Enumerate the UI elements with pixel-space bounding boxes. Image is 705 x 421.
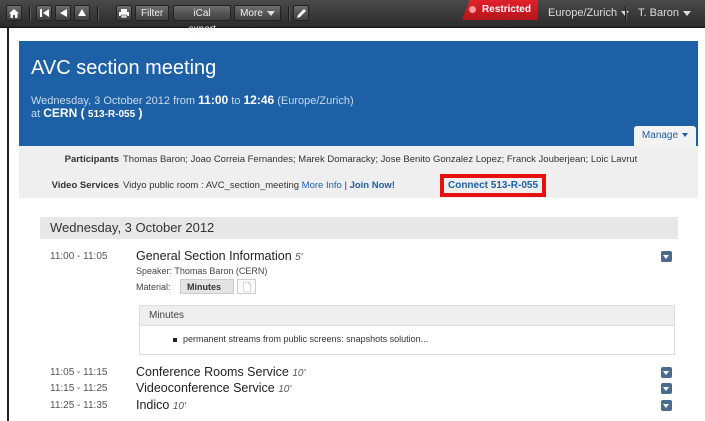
speaker-label: Speaker:: [136, 266, 173, 276]
home-icon[interactable]: [6, 5, 22, 21]
left-border: [7, 27, 9, 421]
manage-button[interactable]: Manage: [634, 126, 696, 146]
restricted-label: Restricted: [482, 4, 531, 15]
contribution-title[interactable]: Videoconference Service 10': [136, 381, 291, 395]
to-text: to: [228, 95, 244, 107]
contribution-title-text: Conference Rooms Service: [136, 365, 289, 379]
expand-icon[interactable]: [661, 383, 672, 394]
speaker: Speaker: Thomas Baron (CERN): [136, 266, 267, 276]
toolbar-separator: [288, 6, 290, 21]
connect-room-link[interactable]: Connect 513-R-055: [440, 174, 546, 197]
end-time: 12:46: [243, 93, 275, 107]
minutes-panel: Minutes permanent streams from public sc…: [139, 305, 675, 355]
top-toolbar: Filter iCal export More Restricted Europ…: [0, 0, 705, 35]
timezone-label: Europe/Zurich: [548, 7, 618, 19]
start-time: 11:00: [198, 93, 229, 107]
expand-icon[interactable]: [661, 400, 672, 411]
join-now-link[interactable]: Join Now!: [350, 180, 395, 191]
divider: |: [341, 180, 350, 191]
up-category-icon[interactable]: [74, 5, 90, 21]
toolbar-separator: [97, 6, 99, 21]
expand-icon[interactable]: [661, 367, 672, 378]
minutes-heading: Minutes: [140, 306, 674, 326]
toolbar-separator: [29, 6, 31, 21]
material-label: Material:: [136, 282, 171, 292]
at-text: at: [31, 108, 44, 120]
minutes-item: permanent streams from public screens: s…: [173, 334, 428, 344]
contribution-duration: 10': [292, 368, 306, 379]
more-button[interactable]: More: [234, 5, 281, 21]
contribution-time: 11:00 - 11:05: [50, 251, 108, 262]
ical-export-button[interactable]: iCal export: [173, 5, 231, 35]
expand-icon[interactable]: [661, 251, 672, 262]
chevron-down-icon: [266, 10, 275, 16]
vidyo-room-text: Vidyo public room : AVC_section_meeting: [123, 180, 302, 191]
toolbar-separator: [625, 6, 627, 21]
contribution-title-text: Indico: [136, 398, 170, 412]
video-services-label: Video Services: [51, 180, 119, 191]
video-services-value: Vidyo public room : AVC_section_meeting …: [123, 180, 395, 191]
location-name: CERN: [43, 106, 78, 120]
more-label: More: [240, 8, 263, 19]
contribution-time: 11:05 - 11:15: [50, 367, 108, 378]
contribution-title[interactable]: Conference Rooms Service 10': [136, 365, 305, 379]
contribution-time: 11:25 - 11:35: [50, 400, 108, 411]
event-title: AVC section meeting: [31, 57, 217, 79]
printer-icon[interactable]: [116, 5, 132, 21]
restricted-badge[interactable]: Restricted: [462, 0, 538, 20]
speaker-name: Thomas Baron (CERN): [174, 266, 268, 276]
more-info-link[interactable]: More Info: [302, 180, 342, 191]
minutes-button[interactable]: Minutes: [180, 279, 234, 294]
participants-label: Participants: [64, 154, 119, 165]
event-location: at CERN ( 513-R-055 ): [31, 106, 143, 120]
day-header: Wednesday, 3 October 2012: [40, 217, 678, 239]
contribution-title[interactable]: Indico 10': [136, 398, 186, 412]
chevron-down-icon: [682, 10, 691, 16]
first-event-icon[interactable]: [36, 5, 52, 21]
contribution-title-text: Videoconference Service: [136, 381, 275, 395]
participants-list: Thomas Baron; Joao Correia Fernandes; Ma…: [123, 154, 638, 165]
chevron-down-icon: [682, 133, 689, 138]
contribution-title[interactable]: General Section Information 5': [136, 249, 303, 263]
contribution-time: 11:15 - 11:25: [50, 383, 108, 394]
contribution-duration: 5': [295, 252, 303, 263]
filter-button[interactable]: Filter: [135, 5, 169, 21]
user-menu[interactable]: T. Baron: [638, 0, 691, 27]
contribution-duration: 10': [172, 401, 186, 412]
timezone-text: (Europe/Zurich): [274, 95, 354, 107]
manage-label: Manage: [641, 130, 679, 141]
bullet-icon: [173, 337, 177, 342]
document-icon[interactable]: [237, 279, 256, 294]
event-info: Participants Thomas Baron; Joao Correia …: [19, 146, 698, 198]
previous-event-icon[interactable]: [55, 5, 71, 21]
contribution-duration: 10': [278, 384, 292, 395]
user-name: T. Baron: [638, 7, 679, 19]
event-date: Wednesday, 3 October 2012 from 11:00 to …: [31, 93, 354, 107]
timezone-selector[interactable]: Europe/Zurich: [548, 0, 630, 27]
minutes-item-text: permanent streams from public screens: s…: [183, 334, 429, 344]
edit-icon[interactable]: [293, 5, 309, 21]
room-name: 513-R-055: [87, 109, 136, 120]
event-header: AVC section meeting Wednesday, 3 October…: [19, 41, 698, 146]
contribution-title-text: General Section Information: [136, 249, 292, 263]
lock-icon: [469, 5, 477, 13]
